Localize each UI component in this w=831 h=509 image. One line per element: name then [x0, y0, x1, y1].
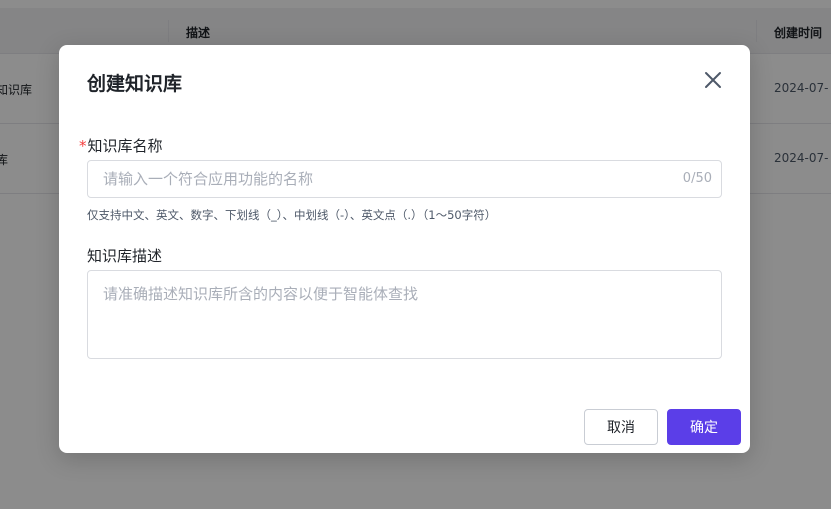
required-mark: * [79, 137, 87, 155]
name-field-label: *知识库名称 [79, 135, 163, 156]
name-field-hint: 仅支持中文、英文、数字、下划线（_）、中划线（-）、英文点（.）（1～50字符） [87, 208, 497, 222]
knowledge-base-description-input[interactable] [88, 271, 721, 358]
char-counter: 0/50 [682, 171, 712, 186]
close-icon [705, 72, 721, 88]
create-knowledge-base-dialog: 创建知识库 *知识库名称 0/50 仅支持中文、英文、数字、下划线（_）、中划线… [59, 45, 750, 453]
close-button[interactable] [702, 69, 724, 91]
knowledge-base-name-input[interactable] [88, 161, 648, 197]
name-label-text: 知识库名称 [87, 137, 163, 155]
dialog-title: 创建知识库 [87, 73, 183, 95]
confirm-button[interactable]: 确定 [667, 409, 741, 445]
description-textarea-container [87, 270, 722, 359]
cancel-button[interactable]: 取消 [584, 409, 658, 445]
name-input-container: 0/50 [87, 160, 722, 198]
description-field-label: 知识库描述 [87, 247, 163, 265]
